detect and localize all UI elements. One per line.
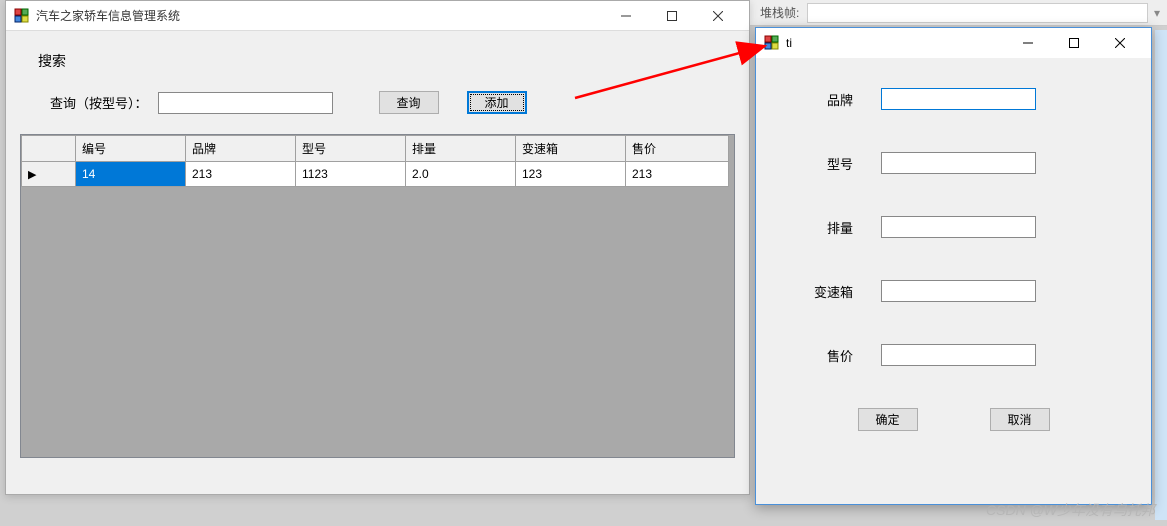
corner-header <box>22 136 76 162</box>
query-button[interactable]: 查询 <box>379 91 439 114</box>
table-row[interactable]: ▶ 14 213 1123 2.0 123 213 <box>22 162 729 187</box>
form-row-model: 型号 <box>786 152 1121 174</box>
col-header[interactable]: 售价 <box>626 136 729 162</box>
dialog-titlebar[interactable]: ti <box>756 28 1151 58</box>
close-button[interactable] <box>695 1 741 31</box>
grid-header-row: 编号 品牌 型号 排量 变速箱 售价 <box>22 136 729 162</box>
add-dialog: ti 品牌 型号 排量 变速箱 <box>755 27 1152 505</box>
form-label: 型号 <box>786 154 881 173</box>
data-grid[interactable]: 编号 品牌 型号 排量 变速箱 售价 ▶ 14 213 1123 2.0 <box>20 134 735 458</box>
minimize-button[interactable] <box>603 1 649 31</box>
cell[interactable]: 213 <box>626 162 729 187</box>
maximize-button[interactable] <box>1051 28 1097 58</box>
form-label: 排量 <box>786 218 881 237</box>
app-icon <box>14 8 30 24</box>
watermark: CSDN @W少年没有乌托邦 <box>986 500 1155 520</box>
cell[interactable]: 2.0 <box>406 162 516 187</box>
main-titlebar[interactable]: 汽车之家轿车信息管理系统 <box>6 1 749 31</box>
add-button[interactable]: 添加 <box>467 91 527 114</box>
app-icon <box>764 35 780 51</box>
form-label: 售价 <box>786 346 881 365</box>
displacement-input[interactable] <box>881 216 1036 238</box>
stack-frame-combo[interactable] <box>807 3 1148 23</box>
main-window: 汽车之家轿车信息管理系统 搜索 查询（按型号）： 查询 添加 <box>5 0 750 495</box>
brand-input[interactable] <box>881 88 1036 110</box>
col-header[interactable]: 排量 <box>406 136 516 162</box>
cell[interactable]: 1123 <box>296 162 406 187</box>
minimize-button[interactable] <box>1005 28 1051 58</box>
col-header[interactable]: 品牌 <box>186 136 296 162</box>
maximize-button[interactable] <box>649 1 695 31</box>
cancel-button[interactable]: 取消 <box>990 408 1050 431</box>
ide-toolbar-fragment: 堆栈帧: ▾ <box>750 0 1167 26</box>
col-header[interactable]: 编号 <box>76 136 186 162</box>
search-section-title: 搜索 <box>38 51 735 71</box>
cell[interactable]: 123 <box>516 162 626 187</box>
price-input[interactable] <box>881 344 1036 366</box>
window-title: 汽车之家轿车信息管理系统 <box>36 7 603 24</box>
close-button[interactable] <box>1097 28 1143 58</box>
transmission-input[interactable] <box>881 280 1036 302</box>
form-label: 变速箱 <box>786 282 881 301</box>
form-row-brand: 品牌 <box>786 88 1121 110</box>
background-strip <box>1155 30 1167 520</box>
form-row-displacement: 排量 <box>786 216 1121 238</box>
dialog-title: ti <box>786 36 1005 50</box>
model-input[interactable] <box>881 152 1036 174</box>
dropdown-icon[interactable]: ▾ <box>1154 6 1160 20</box>
search-input[interactable] <box>158 92 333 114</box>
col-header[interactable]: 型号 <box>296 136 406 162</box>
form-row-transmission: 变速箱 <box>786 280 1121 302</box>
ok-button[interactable]: 确定 <box>858 408 918 431</box>
row-indicator: ▶ <box>22 162 76 187</box>
search-label: 查询（按型号）： <box>50 93 148 112</box>
cell[interactable]: 14 <box>76 162 186 187</box>
form-row-price: 售价 <box>786 344 1121 366</box>
cell[interactable]: 213 <box>186 162 296 187</box>
form-label: 品牌 <box>786 90 881 109</box>
stack-frame-label: 堆栈帧: <box>760 4 799 21</box>
col-header[interactable]: 变速箱 <box>516 136 626 162</box>
